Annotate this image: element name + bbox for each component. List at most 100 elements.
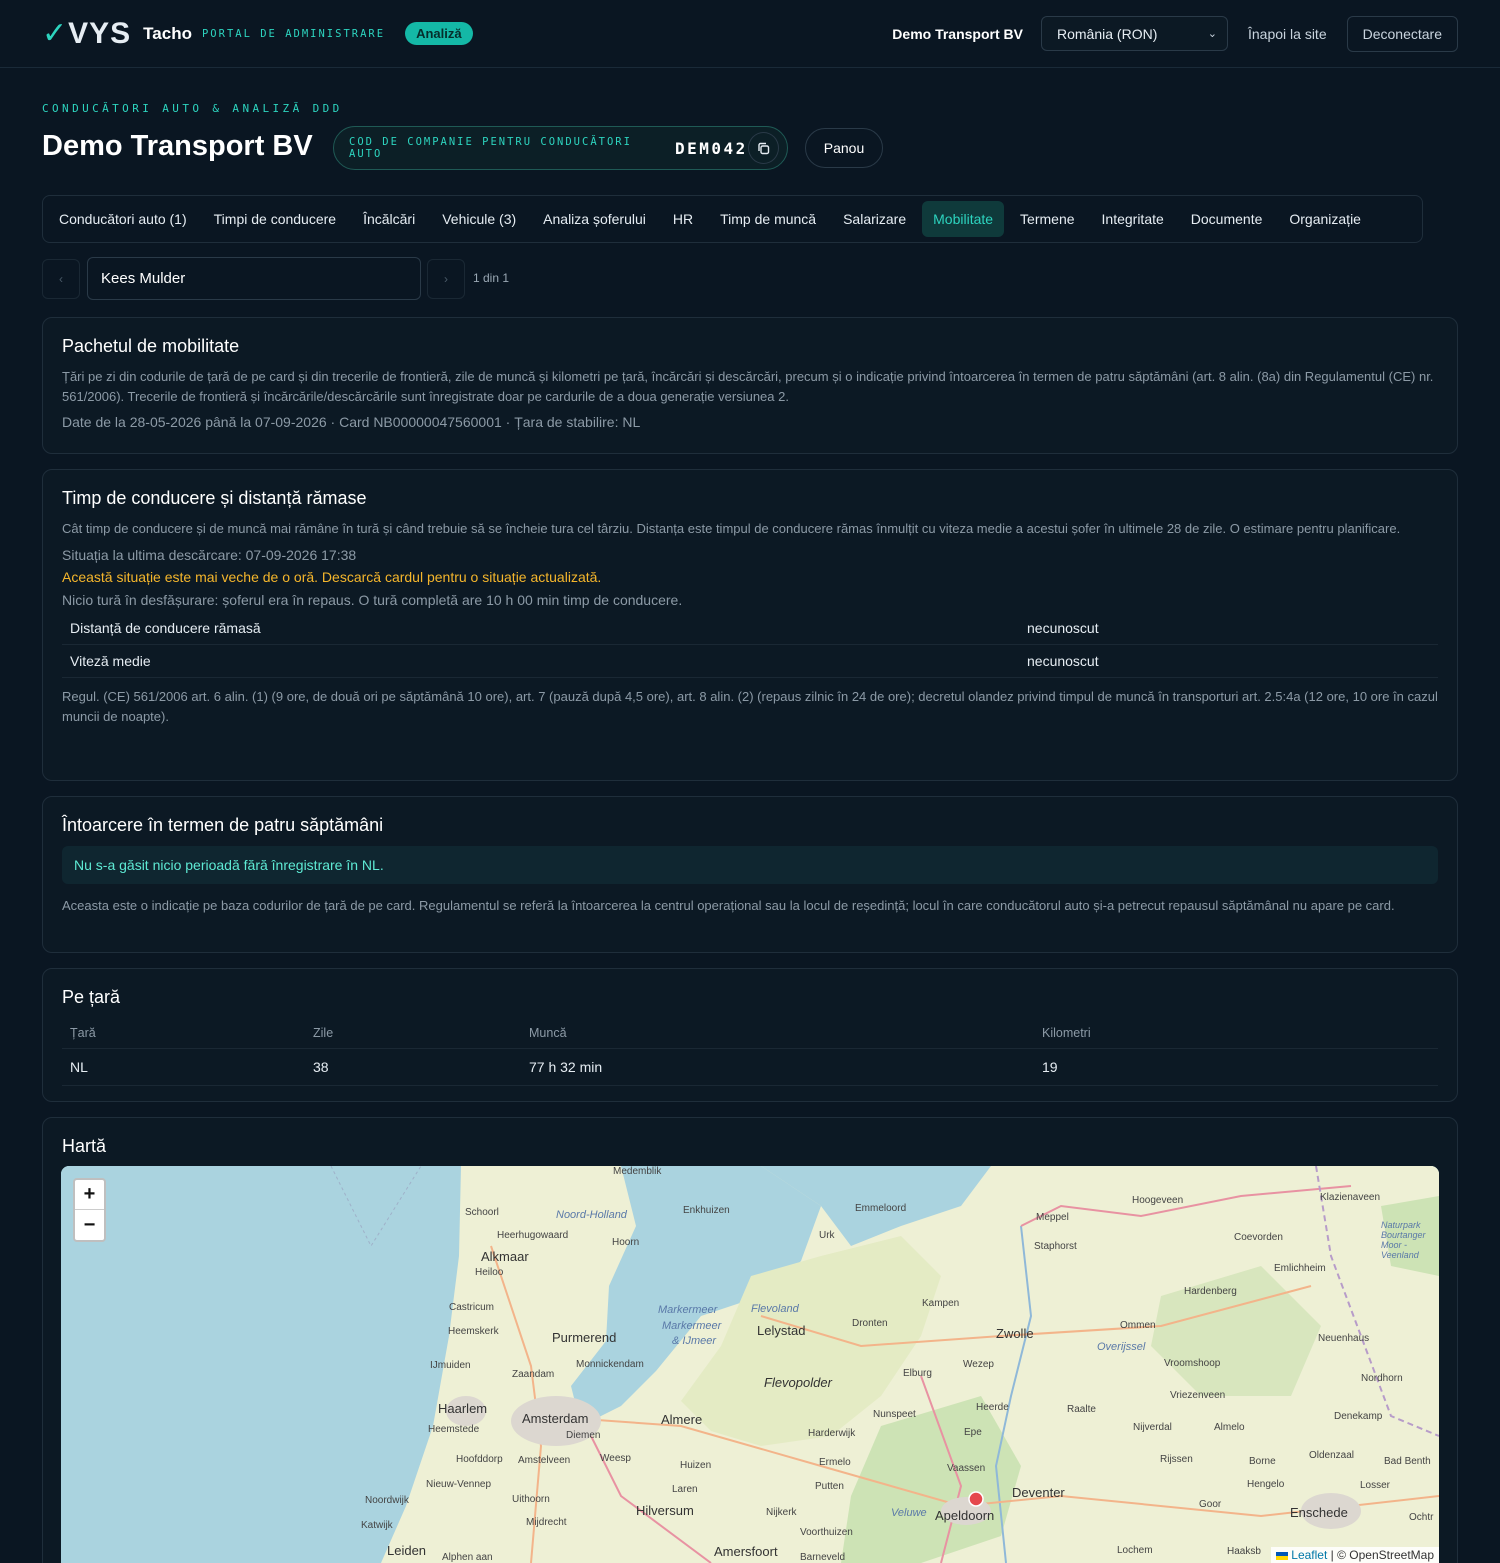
tab-documente[interactable]: Documente (1180, 201, 1274, 237)
tab-conducători-auto-1[interactable]: Conducători auto (1) (48, 201, 198, 237)
map-label: IJmuiden (430, 1360, 471, 1371)
map-label: Uithoorn (512, 1494, 550, 1505)
tab-integritate[interactable]: Integritate (1091, 201, 1175, 237)
map-label: Bad Benth (1384, 1456, 1431, 1467)
map-label: Haaksb (1227, 1546, 1261, 1557)
osm-attribution[interactable]: | © OpenStreetMap (1331, 1548, 1434, 1562)
zoom-in-button[interactable]: + (75, 1180, 104, 1210)
table-header-row: Țară Zile Muncă Kilometri (62, 1018, 1438, 1049)
tab-timp-de-muncă[interactable]: Timp de muncă (709, 201, 827, 237)
map-label: Markermeer (658, 1304, 718, 1316)
map-label: Markermeer (662, 1320, 722, 1332)
row-value: necunoscut (1019, 611, 1438, 645)
back-to-site-link[interactable]: Înapoi la site (1248, 26, 1327, 42)
tab-vehicule-3[interactable]: Vehicule (3) (431, 201, 527, 237)
next-driver-button[interactable]: › (427, 259, 465, 299)
map-label: Barneveld (800, 1552, 846, 1563)
tab-mobilitate[interactable]: Mobilitate (922, 201, 1005, 237)
map-label: Lelystad (757, 1323, 806, 1338)
tab-organizație[interactable]: Organizație (1278, 201, 1372, 237)
map-label: Lochem (1117, 1545, 1153, 1556)
map-label: Leiden (387, 1543, 427, 1558)
zoom-control: + − (73, 1178, 106, 1242)
leaflet-link[interactable]: Leaflet (1291, 1548, 1327, 1562)
info-box: Nu s-a găsit nicio perioadă fără înregis… (62, 846, 1438, 884)
logo[interactable]: ✓VYS Tacho PORTAL DE ADMINISTRARE Analiz… (42, 16, 473, 51)
tab-salarizare[interactable]: Salarizare (832, 201, 917, 237)
map-label: Vaassen (947, 1463, 986, 1474)
map-label: Almere (661, 1412, 703, 1427)
map-label: Purmerend (552, 1330, 617, 1345)
map-label: Vroomshoop (1164, 1358, 1221, 1369)
chevron-left-icon: ‹ (59, 272, 63, 286)
card-title: Pachetul de mobilitate (62, 336, 240, 356)
map-label: Haarlem (438, 1401, 488, 1416)
map-label: Meppel (1036, 1212, 1069, 1223)
company-code-label: COD DE COMPANIE PENTRU CONDUCĂTORI AUTO (349, 136, 632, 160)
logout-button[interactable]: Deconectare (1346, 15, 1458, 52)
map-label: Medemblik (613, 1166, 662, 1177)
card-meta: Date de la 28-05-2026 până la 07-09-2026… (62, 414, 641, 430)
tab-termene[interactable]: Termene (1009, 201, 1085, 237)
map-label: Epe (964, 1427, 982, 1438)
driver-select[interactable]: Kees Mulder (87, 257, 421, 300)
map-label: Noord-Holland (556, 1209, 627, 1221)
map-label: Flevopolder (764, 1375, 832, 1390)
tab-hr[interactable]: HR (662, 201, 704, 237)
map-label: Huizen (680, 1460, 712, 1471)
prev-driver-button[interactable]: ‹ (42, 259, 80, 299)
location-marker (968, 1491, 984, 1507)
map-label: Hilversum (636, 1503, 694, 1518)
tab-încălcări[interactable]: Încălcări (352, 201, 426, 237)
map-label: Laren (672, 1484, 698, 1495)
map-label: Hoorn (612, 1237, 640, 1248)
map-label: Noordwijk (365, 1495, 409, 1506)
region-select[interactable]: România (RON) ⌄ (1041, 16, 1228, 51)
remaining-table: Distanță de conducere rămasă necunoscut … (62, 611, 1438, 678)
map-tiles (61, 1166, 1439, 1563)
map-label: Hoogeveen (1132, 1195, 1184, 1206)
map-label: Rijssen (1160, 1454, 1193, 1465)
per-country-card: Pe țară Țară Zile Muncă Kilometri NL 38 … (42, 968, 1458, 1102)
map-label: Enkhuizen (683, 1205, 730, 1216)
col-header-work: Muncă (521, 1018, 1034, 1049)
map-label: Weesp (600, 1453, 631, 1464)
logo-v-icon: ✓ (42, 17, 69, 50)
map-label: Apeldoorn (935, 1508, 995, 1523)
tab-timpi-de-conducere[interactable]: Timpi de conducere (203, 201, 347, 237)
table-row: Distanță de conducere rămasă necunoscut (62, 611, 1438, 645)
map-label: Raalte (1067, 1404, 1096, 1415)
chevron-right-icon: › (444, 272, 448, 286)
copy-icon (758, 142, 770, 154)
remaining-time-card: Timp de conducere și distanță rămase Cât… (42, 469, 1458, 781)
map-label: Mijdrecht (526, 1517, 567, 1528)
map[interactable]: Medemblik Schoorl Noord-Holland Enkhuize… (61, 1166, 1439, 1563)
row-label: Distanță de conducere rămasă (62, 611, 1019, 645)
col-header-days: Zile (305, 1018, 521, 1049)
copy-code-button[interactable] (747, 132, 779, 164)
company-code-value: DEM042 (675, 138, 748, 158)
product-subtitle: PORTAL DE ADMINISTRARE (201, 27, 386, 40)
col-header-km: Kilometri (1034, 1018, 1438, 1049)
map-label: Nordhorn (1361, 1373, 1403, 1384)
map-label: Neuenhaus (1318, 1333, 1370, 1344)
map-label: Amsterdam (522, 1411, 589, 1426)
page-eyebrow: CONDUCĂTORI AUTO & ANALIZĂ DDD (42, 102, 343, 115)
map-label: Overijssel (1097, 1341, 1146, 1353)
card-description: Țări pe zi din codurile de țară de pe ca… (62, 369, 1434, 404)
card-title: Întoarcere în termen de patru săptămâni (62, 815, 384, 835)
zoom-out-button[interactable]: − (75, 1210, 104, 1240)
top-bar: ✓VYS Tacho PORTAL DE ADMINISTRARE Analiz… (0, 0, 1500, 68)
panou-button[interactable]: Panou (805, 128, 883, 168)
map-label: Enschede (1290, 1505, 1348, 1520)
page-title: Demo Transport BV (42, 130, 313, 162)
map-label: Flevoland (751, 1303, 799, 1315)
map-label: Nijkerk (766, 1507, 797, 1518)
map-label: Harderwijk (808, 1428, 856, 1439)
map-label: Vriezenveen (1170, 1390, 1226, 1401)
no-shift-note: Nicio tură în desfășurare: șoferul era î… (62, 591, 683, 608)
map-label: Putten (815, 1481, 844, 1492)
map-label: Heemstede (428, 1424, 480, 1435)
row-label: Viteză medie (62, 644, 1019, 678)
tab-analiza-șoferului[interactable]: Analiza șoferului (532, 201, 657, 237)
